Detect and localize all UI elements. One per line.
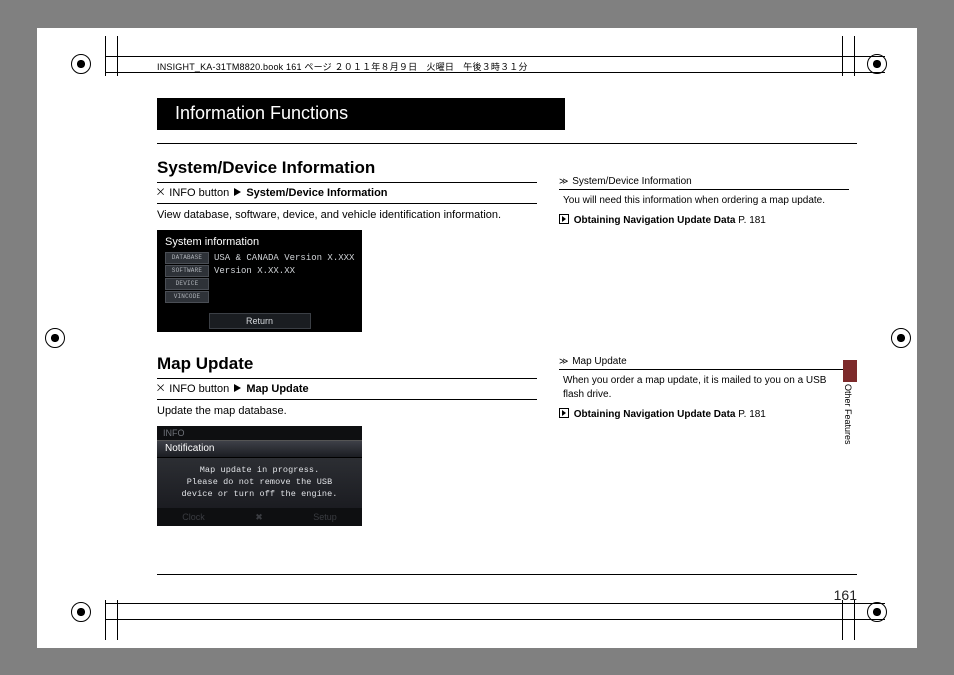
database-label: DATABASE bbox=[165, 252, 209, 264]
nav-target: System/Device Information bbox=[246, 187, 387, 199]
section-body: Update the map database. bbox=[157, 404, 537, 418]
side-tab-label: Other Features bbox=[843, 384, 853, 445]
arrow-icon bbox=[234, 384, 241, 392]
nav-prefix: INFO button bbox=[169, 383, 229, 395]
xref-link: Obtaining Navigation Update Data P. 181 bbox=[559, 408, 849, 420]
nav-rule bbox=[157, 203, 537, 204]
sidenote-body: When you order a map update, it is maile… bbox=[559, 370, 849, 402]
side-tab-color bbox=[843, 360, 857, 382]
link-icon bbox=[559, 214, 569, 224]
nav-prefix: INFO button bbox=[169, 187, 229, 199]
screenshot-title: System information bbox=[165, 236, 358, 248]
sidenote-system-device: ≫ System/Device Information You will nee… bbox=[559, 176, 849, 226]
crop-rule bbox=[105, 36, 106, 76]
notification-title: Notification bbox=[157, 440, 362, 458]
xref-label: Obtaining Navigation Update Data bbox=[574, 409, 736, 420]
banner-underline bbox=[157, 143, 857, 144]
info-icon: ⨉ bbox=[157, 383, 164, 394]
xref-label: Obtaining Navigation Update Data bbox=[574, 215, 736, 226]
sidenote-body: You will need this information when orde… bbox=[559, 190, 849, 208]
registration-mark bbox=[71, 54, 91, 74]
section-body: View database, software, device, and veh… bbox=[157, 208, 537, 222]
notif-line-3: device or turn off the engine. bbox=[181, 489, 337, 499]
xref-page: P. 181 bbox=[738, 409, 766, 420]
crop-rule bbox=[117, 36, 118, 76]
setup-wrench-icon: ✖ bbox=[255, 512, 263, 523]
registration-mark bbox=[891, 328, 911, 348]
crop-rule bbox=[105, 56, 885, 57]
clock-label: Clock bbox=[182, 512, 205, 523]
nav-rule bbox=[157, 399, 537, 400]
software-label: SOFTWARE bbox=[165, 265, 209, 277]
info-icon: ⨉ bbox=[157, 187, 164, 198]
side-column: ≫ System/Device Information You will nee… bbox=[559, 148, 849, 527]
chevron-icon: ≫ bbox=[559, 176, 566, 187]
file-header: INSIGHT_KA-31TM8820.book 161 ページ ２０１１年８月… bbox=[157, 60, 528, 73]
nav-path-system-device: ⨉ INFO button System/Device Information bbox=[157, 187, 537, 199]
footer-rule bbox=[157, 574, 857, 575]
notification-body: Map update in progress. Please do not re… bbox=[157, 458, 362, 508]
section-heading-system-device: System/Device Information bbox=[157, 158, 537, 178]
section-heading-map-update: Map Update bbox=[157, 354, 537, 374]
crop-rule bbox=[842, 36, 843, 76]
arrow-icon bbox=[234, 188, 241, 196]
sidenote-map-update: ≫ Map Update When you order a map update… bbox=[559, 356, 849, 420]
registration-mark bbox=[45, 328, 65, 348]
screenshot-system-information: System information DATABASE USA & CANADA… bbox=[157, 230, 362, 332]
sidenote-title: ≫ Map Update bbox=[559, 356, 849, 370]
registration-mark bbox=[71, 602, 91, 622]
chevron-icon: ≫ bbox=[559, 356, 566, 367]
main-column: System/Device Information ⨉ INFO button … bbox=[157, 148, 537, 527]
chapter-title: Information Functions bbox=[175, 103, 348, 124]
shot2-bottom-bar: Clock ✖ Setup bbox=[157, 508, 362, 523]
screenshot-map-update: INFO Notification Map update in progress… bbox=[157, 426, 362, 526]
sidenote-title: ≫ System/Device Information bbox=[559, 176, 849, 190]
section-rule bbox=[157, 182, 537, 183]
xref-page: P. 181 bbox=[738, 215, 766, 226]
software-value: Version X.XX.XX bbox=[214, 266, 295, 276]
page-content: Information Functions System/Device Info… bbox=[157, 98, 857, 613]
crop-rule bbox=[105, 619, 885, 620]
nav-target: Map Update bbox=[246, 383, 308, 395]
page-sheet: INSIGHT_KA-31TM8820.book 161 ページ ２０１１年８月… bbox=[37, 28, 917, 648]
crop-rule bbox=[854, 36, 855, 76]
nav-path-map-update: ⨉ INFO button Map Update bbox=[157, 383, 537, 395]
crop-rule bbox=[105, 600, 106, 640]
crop-rule bbox=[117, 600, 118, 640]
notif-line-1: Map update in progress. bbox=[200, 465, 320, 475]
chapter-banner: Information Functions bbox=[157, 98, 565, 130]
database-value: USA & CANADA Version X.XXX bbox=[214, 253, 354, 263]
xref-link: Obtaining Navigation Update Data P. 181 bbox=[559, 214, 849, 226]
device-label: DEVICE bbox=[165, 278, 209, 290]
registration-mark bbox=[867, 54, 887, 74]
notif-line-2: Please do not remove the USB bbox=[187, 477, 333, 487]
setup-label: Setup bbox=[313, 512, 337, 523]
side-tab: Other Features bbox=[843, 378, 857, 498]
shot2-top-label: INFO bbox=[157, 426, 362, 440]
return-button: Return bbox=[209, 313, 311, 329]
section-rule bbox=[157, 378, 537, 379]
link-icon bbox=[559, 408, 569, 418]
vincode-label: VINCODE bbox=[165, 291, 209, 303]
page-number: 161 bbox=[834, 587, 857, 603]
